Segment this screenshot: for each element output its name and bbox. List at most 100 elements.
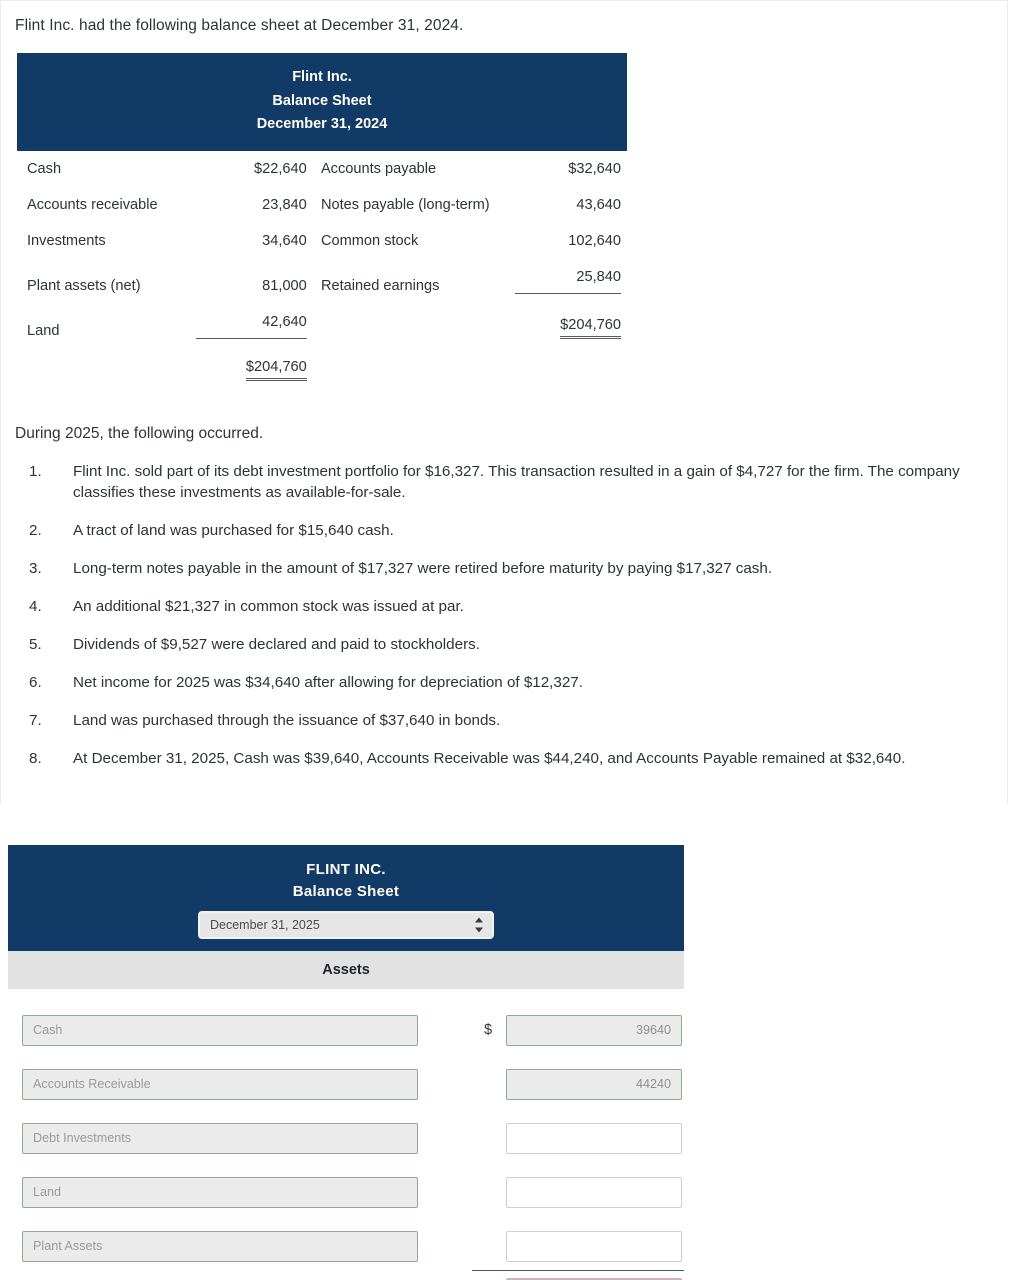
amount-input[interactable] [506, 1014, 682, 1046]
account-cell [8, 1176, 484, 1208]
asset-label: Accounts receivable [27, 196, 158, 213]
liabilities-equity-total: $204,760 [515, 304, 627, 349]
account-name-input[interactable] [22, 1014, 418, 1046]
asset-label: Land [27, 322, 60, 339]
period-select-value: December 31, 2025 [210, 918, 320, 932]
amount-cell: $ [484, 1068, 682, 1100]
spacer [17, 349, 196, 391]
spinner-arrows-icon[interactable] [475, 917, 484, 934]
subtotal-rule [472, 1270, 684, 1271]
asset-label: Plant assets (net) [27, 277, 141, 294]
asset-amount: 81,000 [262, 277, 307, 294]
list-item: Dividends of $9,527 were declared and pa… [29, 634, 480, 655]
answer-form: FLINT INC. Balance Sheet December 31, 20… [8, 845, 684, 1280]
assets-total-value: $204,760 [245, 359, 307, 381]
account-cell [8, 1068, 484, 1100]
amount-input[interactable] [506, 1176, 682, 1208]
amount-cell: $ [484, 1014, 682, 1046]
spacer [313, 187, 321, 223]
intro-text: Flint Inc. had the following balance she… [15, 17, 464, 34]
spacer [321, 349, 515, 391]
table-row: $ [8, 1057, 684, 1111]
list-item: Land was purchased through the issuance … [29, 710, 501, 731]
balance-sheet-header: Flint Inc. Balance Sheet December 31, 20… [17, 53, 627, 151]
liability-amount: 25,840 [515, 259, 627, 304]
table-row: Cash $22,640 Accounts payable $32,640 [17, 151, 627, 187]
asset-rows: $ $ $ [8, 989, 684, 1280]
table-row: $204,760 [17, 349, 627, 391]
spacer [313, 349, 321, 391]
amount-cell: $ [484, 1176, 682, 1208]
list-item: Flint Inc. sold part of its debt investm… [29, 461, 960, 501]
table-row: Investments 34,640 Common stock 102,640 [17, 223, 627, 259]
amount-input[interactable] [506, 1122, 682, 1154]
list-item: At December 31, 2025, Cash was $39,640, … [29, 748, 906, 769]
asset-amount: $22,640 [254, 160, 307, 177]
spacer [321, 304, 515, 349]
balance-sheet-table: Cash $22,640 Accounts payable $32,640 Ac… [17, 151, 627, 391]
assets-total: $204,760 [196, 349, 313, 391]
period-select[interactable]: December 31, 2025 [198, 911, 494, 939]
asset-amount: 42,640 [196, 304, 313, 349]
spacer [313, 151, 321, 187]
table-row: $ [8, 1165, 684, 1219]
dollar-sign-placeholder: $ [484, 1130, 506, 1146]
liability-label: Notes payable (long-term) [320, 196, 490, 213]
liability-amount: 43,640 [576, 196, 621, 213]
liability-label: Common stock [320, 232, 419, 249]
table-row: Plant assets (net) 81,000 Retained earni… [17, 259, 627, 304]
events-list: Flint Inc. sold part of its debt investm… [1, 461, 1007, 769]
caret-up-icon [475, 917, 483, 923]
dollar-sign-placeholder: $ [484, 1184, 506, 1200]
table-row: $ [8, 1003, 684, 1057]
asset-label: Cash [27, 160, 62, 177]
spacer [313, 304, 321, 349]
amount-cell: $ [484, 1122, 682, 1154]
asset-label: Investments [27, 232, 106, 249]
screenshot-page: Flint Inc. had the following balance she… [0, 0, 1020, 1280]
total-row [8, 1273, 684, 1280]
table-row: Land 42,640 $204,760 [17, 304, 627, 349]
liability-amount: 102,640 [568, 232, 621, 249]
bs-statement-name: Balance Sheet [272, 92, 372, 109]
account-name-input[interactable] [22, 1122, 418, 1154]
form-company-name: FLINT INC. [306, 861, 386, 878]
period-select-row: December 31, 2025 [8, 911, 684, 939]
account-cell [8, 1230, 484, 1262]
assets-section-header: Assets [8, 951, 684, 989]
account-cell [8, 1014, 484, 1046]
liability-amount: $32,640 [568, 160, 621, 177]
during-label: During 2025, the following occurred. [15, 424, 264, 442]
dollar-sign-placeholder: $ [484, 1076, 506, 1092]
account-cell [8, 1122, 484, 1154]
list-item: A tract of land was purchased for $15,64… [29, 520, 394, 541]
dollar-sign: $ [484, 1022, 493, 1038]
form-statement-name: Balance Sheet [292, 883, 400, 900]
question-card: Flint Inc. had the following balance she… [0, 0, 1008, 804]
amount-input[interactable] [506, 1230, 682, 1262]
asset-amount: 23,840 [262, 196, 307, 213]
asset-amount: 34,640 [262, 232, 307, 249]
account-name-input[interactable] [22, 1230, 418, 1262]
spacer [515, 349, 627, 391]
caret-down-icon [475, 927, 483, 933]
spacer [313, 223, 321, 259]
table-row: $ [8, 1111, 684, 1165]
list-item: Long-term notes payable in the amount of… [29, 558, 773, 579]
liability-label: Retained earnings [320, 277, 440, 294]
amount-input[interactable] [506, 1068, 682, 1100]
liabilities-equity-total-value: $204,760 [560, 317, 621, 339]
bs-company-name: Flint Inc. [292, 69, 352, 85]
table-row: $ [8, 1219, 684, 1273]
dollar-sign-placeholder: $ [484, 1238, 506, 1254]
balance-sheet-2024: Flint Inc. Balance Sheet December 31, 20… [1, 35, 1007, 391]
list-item: Net income for 2025 was $34,640 after al… [29, 672, 583, 693]
liability-label: Accounts payable [320, 160, 437, 177]
amount-cell: $ [484, 1230, 682, 1262]
account-name-input[interactable] [22, 1068, 418, 1100]
form-header: FLINT INC. Balance Sheet December 31, 20… [8, 845, 684, 951]
account-name-input[interactable] [22, 1176, 418, 1208]
spacer [313, 259, 321, 304]
list-item: An additional $21,327 in common stock wa… [29, 596, 464, 617]
